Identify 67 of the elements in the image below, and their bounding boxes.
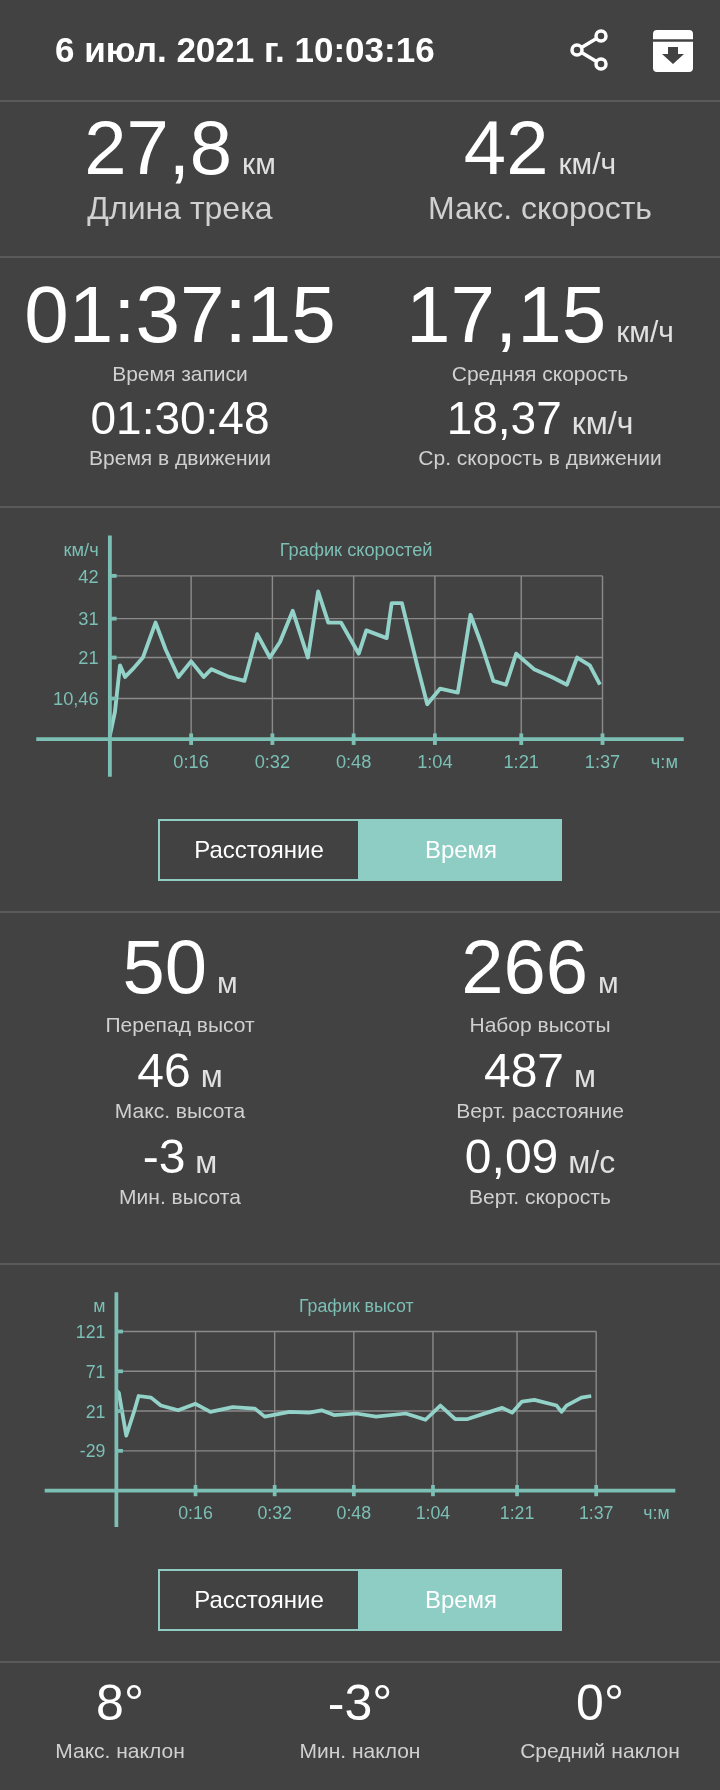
y-tick-label: 21 — [78, 647, 99, 669]
stat-label: Длина трека — [87, 190, 273, 227]
x-tick-label: 0:48 — [336, 1502, 372, 1523]
stat-value: 50 — [122, 925, 207, 1009]
stat-unit: м — [200, 1058, 223, 1095]
stat-label: Мин. наклон — [299, 1739, 421, 1763]
stat-unit: м — [216, 966, 238, 1000]
y-tick-label: 21 — [85, 1401, 106, 1422]
stat-label: Макс. высота — [114, 1099, 246, 1123]
stat-unit: км — [242, 147, 276, 181]
x-tick-label: 1:21 — [499, 1502, 535, 1523]
stat-value: 0° — [576, 1674, 624, 1733]
chart-title: График высот — [299, 1295, 414, 1316]
y-axis-label: м — [93, 1295, 106, 1316]
x-tick-label: 0:32 — [254, 751, 291, 772]
stat-value: -3° — [327, 1674, 393, 1733]
stat-unit: м — [574, 1058, 597, 1095]
x-tick-label: 1:04 — [415, 1502, 451, 1523]
stat-unit: км/ч — [571, 405, 634, 442]
y-tick-label: 10,46 — [53, 688, 99, 710]
x-tick-label: 1:21 — [503, 751, 539, 772]
stat-value: 8° — [96, 1674, 144, 1733]
track-date-title: 6 июл. 2021 г. 10:03:16 — [55, 30, 436, 70]
stat-value: 266 — [461, 925, 589, 1009]
chart-title: График скоростей — [279, 538, 433, 560]
x-tick-label: 1:04 — [417, 751, 453, 772]
stat-unit: км/ч — [616, 315, 674, 349]
stat-label: Средняя скорость — [451, 362, 629, 386]
stat-label: Перепад высот — [105, 1013, 255, 1037]
stat-label: Время в движении — [89, 446, 271, 470]
stat-unit: км/ч — [558, 147, 617, 181]
x-tick-label: 1:37 — [584, 751, 621, 772]
stat-unit: м/с — [568, 1144, 616, 1181]
stat-value: 17,15 — [406, 270, 607, 360]
stat-label: Макс. скорость — [428, 190, 652, 227]
stat-label: Верт. расстояние — [456, 1099, 624, 1123]
stat-value: 01:30:48 — [90, 391, 270, 446]
stat-value: -3 — [142, 1129, 186, 1185]
stat-label: Набор высоты — [469, 1013, 611, 1037]
stat-value: 0,09 — [464, 1129, 559, 1185]
x-tick-label: 0:16 — [173, 751, 209, 772]
stat-value: 46 — [137, 1043, 191, 1099]
stat-label: Средний наклон — [520, 1739, 680, 1763]
x-axis-label: ч:м — [650, 751, 678, 772]
stat-unit: м — [195, 1144, 218, 1181]
stat-value: 42 — [463, 106, 549, 190]
stat-value: 01:37:15 — [24, 270, 336, 360]
stat-unit: м — [598, 966, 619, 1000]
y-axis-label: км/ч — [63, 538, 99, 560]
stat-label: Верт. скорость — [469, 1185, 611, 1209]
stat-label: Макс. наклон — [55, 1739, 185, 1763]
stat-label: Ср. скорость в движении — [418, 446, 662, 470]
y-tick-label: 31 — [78, 608, 99, 630]
y-tick-label: 121 — [75, 1322, 106, 1343]
y-tick-label: 42 — [78, 565, 99, 587]
x-tick-label: 0:32 — [257, 1502, 292, 1523]
stat-label: Время записи — [112, 362, 248, 386]
stat-value: 27,8 — [84, 106, 233, 190]
x-tick-label: 0:16 — [178, 1502, 213, 1523]
y-tick-label: -29 — [79, 1441, 106, 1462]
stat-value: 487 — [483, 1043, 565, 1099]
x-tick-label: 0:48 — [335, 751, 372, 772]
x-tick-label: 1:37 — [578, 1502, 614, 1523]
stat-value: 18,37 — [446, 391, 562, 446]
y-tick-label: 71 — [85, 1361, 106, 1382]
stat-label: Мин. высота — [119, 1185, 241, 1209]
x-axis-label: ч:м — [643, 1502, 670, 1523]
